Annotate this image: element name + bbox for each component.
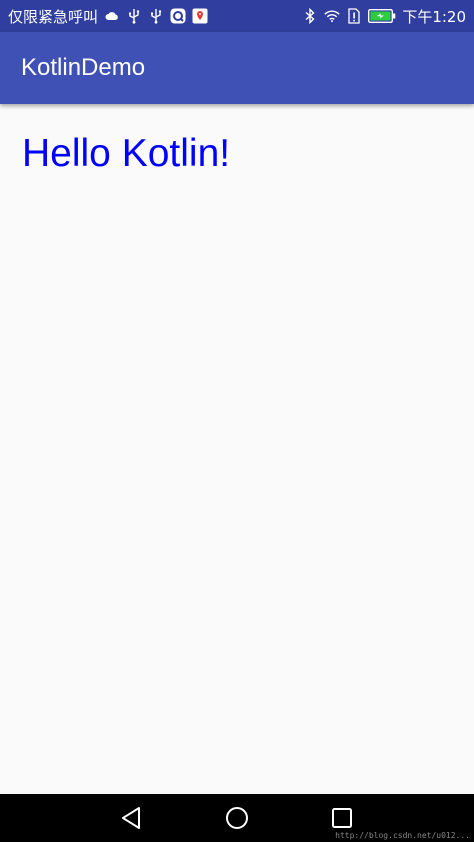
navigation-bar: http://blog.csdn.net/u012... bbox=[0, 794, 474, 842]
home-icon bbox=[226, 807, 248, 829]
watermark: http://blog.csdn.net/u012... bbox=[335, 831, 470, 840]
battery-charging-icon bbox=[368, 8, 396, 24]
recents-icon bbox=[332, 808, 352, 828]
app-title: KotlinDemo bbox=[21, 54, 146, 81]
carrier-text: 仅限紧急呼叫 bbox=[8, 7, 99, 26]
screen: 仅限紧急呼叫 下午1:20 KotlinDemo Hello Kotlin! h… bbox=[0, 0, 474, 842]
q-app-icon bbox=[170, 8, 186, 24]
back-icon bbox=[122, 807, 140, 829]
cloud-icon bbox=[104, 8, 120, 24]
status-right: 下午1:20 bbox=[302, 6, 466, 27]
status-clock: 下午1:20 bbox=[402, 7, 466, 26]
usb-icon bbox=[126, 8, 142, 24]
status-bar: 仅限紧急呼叫 下午1:20 bbox=[0, 0, 474, 32]
home-button[interactable] bbox=[223, 804, 251, 832]
map-pin-app-icon bbox=[192, 8, 208, 24]
recents-button[interactable] bbox=[328, 804, 356, 832]
back-button[interactable] bbox=[117, 804, 145, 832]
sim-alert-icon bbox=[346, 8, 362, 24]
wifi-icon bbox=[324, 8, 340, 24]
app-bar: KotlinDemo bbox=[0, 32, 474, 104]
usb-icon bbox=[148, 8, 164, 24]
main-content: Hello Kotlin! bbox=[0, 104, 474, 794]
bluetooth-icon bbox=[302, 8, 318, 24]
hello-textview: Hello Kotlin! bbox=[22, 132, 231, 175]
status-left: 仅限紧急呼叫 bbox=[8, 6, 208, 27]
